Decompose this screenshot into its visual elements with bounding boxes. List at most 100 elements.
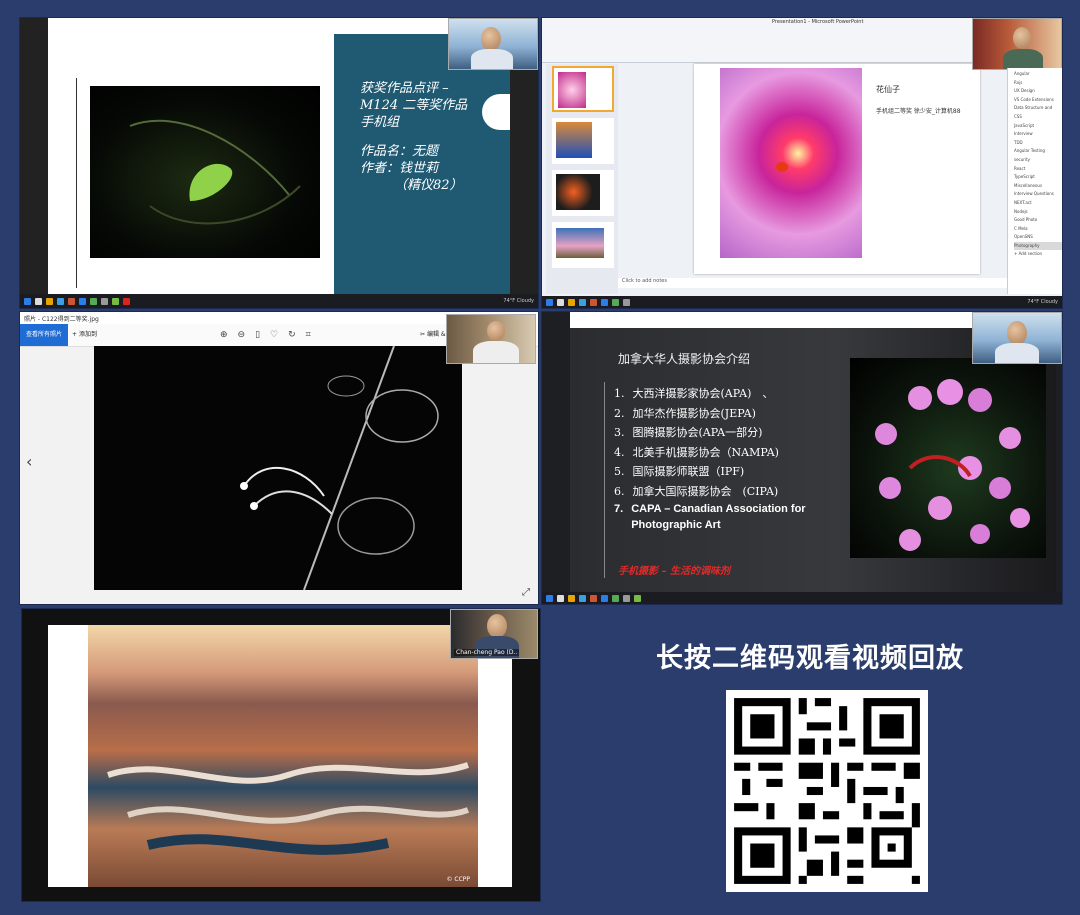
list-item: 4. 北美手机摄影协会（NAMPA) bbox=[614, 445, 779, 459]
sidebar-item[interactable]: Interview Questions bbox=[1014, 190, 1062, 199]
flower-photo bbox=[720, 68, 862, 258]
right-sidebar: Angular Rxjs UX Design VS Code Extension… bbox=[1007, 68, 1062, 294]
see-all-photos-button[interactable]: 查看所有照片 bbox=[20, 324, 68, 346]
panel-photos-3: 照片 - C122得到二等奖.jpg 查看所有照片 + 添加到 ⊕⊖▯♡↻⌗ ✂… bbox=[20, 312, 538, 604]
sidebar-add-section[interactable]: + Add section bbox=[1014, 250, 1062, 259]
canyon-slide: © CCPP bbox=[48, 625, 512, 887]
sidebar-item[interactable]: VS Code Extensions bbox=[1014, 96, 1062, 105]
slide4-rule bbox=[604, 382, 605, 578]
thumb-3[interactable] bbox=[552, 170, 614, 216]
sidebar-item[interactable]: React bbox=[1014, 165, 1062, 174]
window-title: Presentation1 - Microsoft PowerPoint bbox=[772, 19, 864, 25]
panel-powerpoint-2: Presentation1 - Microsoft PowerPoint 花仙子… bbox=[542, 18, 1062, 308]
thumb-2[interactable] bbox=[552, 118, 614, 164]
honeysuckle-illustration bbox=[240, 346, 439, 590]
sidebar-item[interactable]: Rxjs bbox=[1014, 79, 1062, 88]
zoom-out-icon[interactable]: ⊖ bbox=[238, 330, 256, 340]
camera-thumb-4 bbox=[972, 312, 1062, 364]
list-item: 5. 国际摄影师联盟（IPF) bbox=[614, 465, 745, 478]
list-item: 2. 加华杰作摄影协会(JEPA) bbox=[614, 406, 756, 420]
slide-title-line3: 手机组 bbox=[360, 115, 400, 130]
list-item: 1. 大西洋摄影家协会(APA) 、 bbox=[614, 387, 774, 400]
canyon-illustration bbox=[107, 762, 470, 855]
canyon-photo: © CCPP bbox=[88, 625, 478, 887]
plus-icon: + bbox=[72, 331, 79, 338]
slide-teal-panel: 获奖作品点评 – M124 二等奖作品 手机组 作品名：无题 作者：钱世莉 （精… bbox=[334, 34, 510, 300]
cactus-flower-photo bbox=[850, 358, 1046, 558]
list-item: 6. 加拿大国际摄影协会 (CIPA) bbox=[614, 484, 779, 498]
slide4-heading: 加拿大华人摄影协会介绍 bbox=[618, 352, 751, 366]
sidebar-item-selected[interactable]: Photography bbox=[1014, 241, 1062, 251]
slide-canvas: 获奖作品点评 – M124 二等奖作品 手机组 作品名：无题 作者：钱世莉 （精… bbox=[48, 34, 510, 300]
taskbar-2: 74°F Cloudy bbox=[542, 296, 1062, 308]
sidebar-item[interactable]: CSS bbox=[1014, 113, 1062, 122]
qr-caption: 长按二维码观看视频回放 bbox=[656, 643, 964, 674]
ladybug bbox=[776, 162, 788, 172]
association-list: 1. 大西洋摄影家协会(APA) 、 2. 加华杰作摄影协会(JEPA) 3. 图腾摄… bbox=[614, 384, 850, 533]
sidebar-item[interactable]: security bbox=[1014, 156, 1062, 165]
slide-flower-subtitle: 手机组二等奖 徐少安_计算机88 bbox=[876, 108, 961, 115]
camera-thumb-2 bbox=[972, 18, 1062, 70]
delete-icon[interactable]: ▯ bbox=[255, 330, 270, 340]
edit-icon: ✂ bbox=[420, 331, 427, 338]
notes-pane[interactable]: Click to add notes bbox=[618, 278, 1007, 288]
sidebar-item[interactable]: Miscellaneous bbox=[1014, 182, 1062, 191]
slide-title-line1: 获奖作品点评 – bbox=[360, 81, 449, 96]
rotate-icon[interactable]: ↻ bbox=[288, 330, 306, 340]
slide-white-circle bbox=[482, 94, 510, 130]
slide-photo-leaf bbox=[90, 86, 320, 258]
thumb-1[interactable] bbox=[552, 66, 614, 112]
sidebar-item[interactable]: C Mela bbox=[1014, 225, 1062, 234]
toolbar-icons: ⊕⊖▯♡↻⌗ bbox=[220, 330, 321, 340]
sidebar-item[interactable]: UX Design bbox=[1014, 87, 1062, 96]
honeysuckle-photo bbox=[94, 346, 462, 590]
slide-author-note: （精仪82） bbox=[394, 178, 463, 193]
add-to-button[interactable]: + 添加到 bbox=[72, 324, 97, 346]
sidebar-item[interactable]: OpenSNS bbox=[1014, 233, 1062, 242]
slide-title-line2: M124 二等奖作品 bbox=[360, 98, 468, 113]
list-item: 7. CAPA – Canadian Association for Photog… bbox=[614, 503, 806, 531]
panel-slide-1: 获奖作品点评 – M124 二等奖作品 手机组 作品名：无题 作者：钱世莉 （精… bbox=[20, 18, 538, 308]
favorite-icon[interactable]: ♡ bbox=[270, 330, 288, 340]
slide-flower-title: 花仙子 bbox=[876, 85, 900, 94]
sidebar-item[interactable]: JavaScript bbox=[1014, 122, 1062, 131]
taskbar-4 bbox=[542, 592, 1062, 604]
sidebar-item[interactable]: TypeScript bbox=[1014, 173, 1062, 182]
camera-thumb-1 bbox=[448, 18, 538, 70]
photos-filename: 照片 - C122得到二等奖.jpg bbox=[24, 316, 99, 323]
slide-rule bbox=[76, 78, 77, 288]
sidebar-item[interactable]: Angular bbox=[1014, 70, 1062, 79]
camera-name-label: Chan-cheng Pao (D.. bbox=[454, 649, 520, 656]
panel-slide-4: 加拿大华人摄影协会介绍 1. 大西洋摄影家协会(APA) 、 2. 加华杰作摄影协会… bbox=[542, 312, 1062, 604]
sidebar-item[interactable]: Angular Testing bbox=[1014, 147, 1062, 156]
prev-photo-chevron-icon[interactable]: ‹ bbox=[26, 452, 32, 471]
sidebar-item[interactable]: NEXT.act bbox=[1014, 199, 1062, 208]
qr-code-pattern bbox=[726, 690, 928, 892]
panel-canyon-5: © CCPP Chan-cheng Pao (D.. bbox=[22, 609, 540, 901]
camera-thumb-5: Chan-cheng Pao (D.. bbox=[450, 609, 538, 659]
slide-thumbnail-pane bbox=[546, 64, 618, 294]
sidebar-item[interactable]: Data Structure and bbox=[1014, 104, 1062, 113]
zoom-in-icon[interactable]: ⊕ bbox=[220, 330, 238, 340]
thumb-4[interactable] bbox=[552, 222, 614, 268]
slide4-slogan: 手机摄影 – 生活的调味剂 bbox=[618, 566, 730, 577]
slide-work-name: 作品名：无题 bbox=[360, 144, 439, 159]
sidebar-list: Angular Rxjs UX Design VS Code Extension… bbox=[1008, 68, 1062, 259]
slide-author: 作者：钱世莉 bbox=[360, 161, 439, 176]
sidebar-item[interactable]: TDD bbox=[1014, 139, 1062, 148]
sidebar-item[interactable]: Interview bbox=[1014, 130, 1062, 139]
slide-canvas-4: 加拿大华人摄影协会介绍 1. 大西洋摄影家协会(APA) 、 2. 加华杰作摄影协会… bbox=[570, 328, 1056, 594]
list-item: 3. 图腾摄影协会(APA一部分) bbox=[614, 426, 763, 439]
cactus-illustration bbox=[875, 379, 1030, 551]
canyon-watermark: © CCPP bbox=[446, 876, 470, 883]
slide-editor: 花仙子 手机组二等奖 徐少安_计算机88 bbox=[694, 64, 980, 274]
crop-icon[interactable]: ⌗ bbox=[306, 330, 321, 340]
qr-code[interactable] bbox=[726, 690, 928, 892]
leaf-illustration bbox=[129, 119, 301, 225]
add-to-label: 添加到 bbox=[78, 331, 97, 338]
sidebar-item[interactable]: Nodejs bbox=[1014, 208, 1062, 217]
taskbar-1: 74°F Cloudy bbox=[20, 294, 538, 308]
camera-thumb-3 bbox=[446, 314, 536, 364]
fullscreen-icon[interactable]: ⤢ bbox=[522, 587, 530, 598]
sidebar-item[interactable]: Good Photo bbox=[1014, 216, 1062, 225]
